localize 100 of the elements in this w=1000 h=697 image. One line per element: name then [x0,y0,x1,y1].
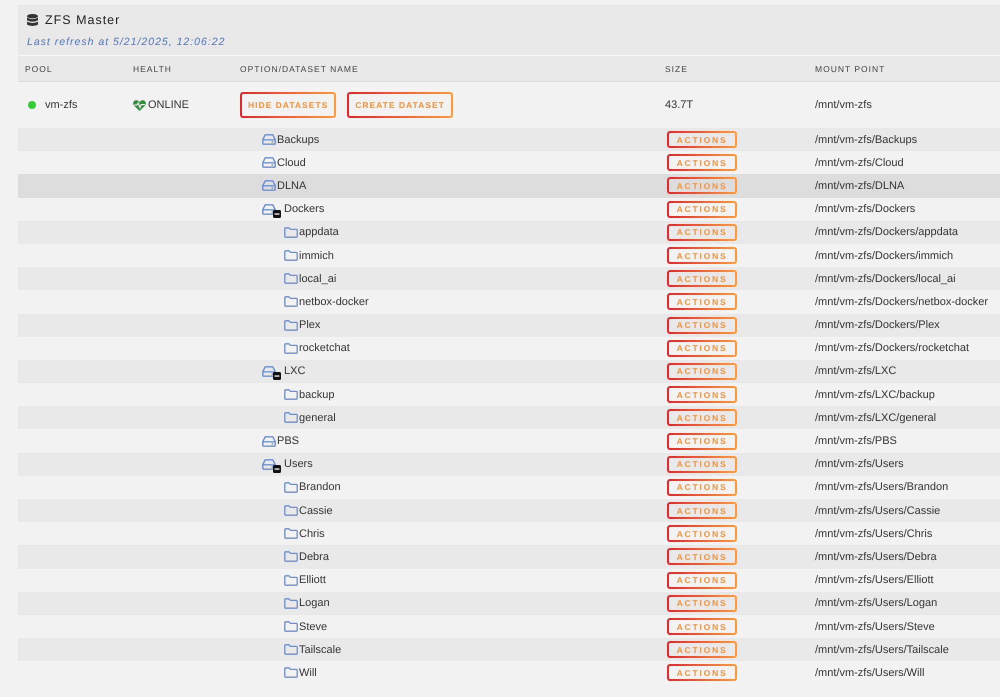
mount-point: /mnt/vm-zfs/Dockers/appdata [815,226,958,238]
mount-point: /mnt/vm-zfs/Backups [815,134,918,146]
dataset-row[interactable]: Plex ACTIONS /mnt/vm-zfs/Dockers/Plex [18,314,1000,337]
actions-button[interactable]: ACTIONS [667,618,737,636]
hard-drive-icon [262,180,276,192]
mount-point: /mnt/vm-zfs/Users/Will [815,666,924,679]
actions-button[interactable]: ACTIONS [667,131,737,148]
dataset-row[interactable]: local_ai ACTIONS /mnt/vm-zfs/Dockers/local_ai [18,267,1000,290]
actions-button[interactable]: ACTIONS [667,270,737,288]
panel-title: ZFS Master [45,13,120,27]
mount-point: /mnt/vm-zfs/Users/Steve [815,620,935,633]
pool-size: 43.7T [665,99,694,111]
actions-button[interactable]: ACTIONS [667,525,737,542]
folder-icon [284,528,298,540]
minus-icon[interactable] [273,464,281,473]
folder-icon [284,226,298,238]
actions-button[interactable]: ACTIONS [667,340,737,357]
dataset-row[interactable]: rocketchat ACTIONS /mnt/vm-zfs/Dockers/rocketchat [18,336,1000,360]
folder-icon [284,621,298,632]
dataset-name: local_ai [299,272,336,285]
mount-point: /mnt/vm-zfs/Users/Tailscale [815,644,949,656]
column-header: HEALTH [133,64,172,74]
folder-icon [284,342,298,354]
mount-point: /mnt/vm-zfs/Users [815,458,904,470]
mount-point: /mnt/vm-zfs/Dockers/rocketchat [815,342,970,354]
dataset-name: appdata [299,226,339,238]
dataset-name: netbox-docker [299,296,369,308]
dataset-name: general [299,412,336,424]
mount-point: /mnt/vm-zfs/Dockers/immich [815,250,954,262]
actions-button[interactable]: ACTIONS [667,478,737,496]
folder-icon [284,551,298,562]
dataset-row[interactable]: Debra ACTIONS /mnt/vm-zfs/Users/Debra [18,545,1000,569]
dataset-name: Backups [277,134,320,146]
actions-button[interactable]: ACTIONS [667,664,737,682]
dataset-name: Logan [299,597,330,610]
dataset-row[interactable]: backup ACTIONS /mnt/vm-zfs/LXC/backup [18,383,1000,406]
actions-button[interactable]: ACTIONS [667,293,737,310]
actions-button[interactable]: ACTIONS [667,409,737,426]
mount-point: /mnt/vm-zfs/Dockers/netbox-docker [815,296,988,308]
actions-button[interactable]: ACTIONS [667,200,737,218]
actions-button[interactable]: ACTIONS [667,177,737,194]
actions-button[interactable]: ACTIONS [667,594,737,612]
mount-point: /mnt/vm-zfs/Dockers [815,203,916,216]
actions-button[interactable]: ACTIONS [667,362,737,380]
mount-point: /mnt/vm-zfs/Users/Logan [815,597,938,610]
dataset-row[interactable]: Backups ACTIONS /mnt/vm-zfs/Backups [18,128,1000,152]
hard-drive-icon [262,458,276,470]
actions-button[interactable]: ACTIONS [667,641,737,658]
mount-point: /mnt/vm-zfs/Users/Cassie [815,504,940,517]
mount-point: /mnt/vm-zfs/LXC/general [815,412,936,424]
mount-point: /mnt/vm-zfs [815,99,872,111]
mount-point: /mnt/vm-zfs/Dockers/local_ai [815,272,956,285]
dataset-row[interactable]: Cloud ACTIONS /mnt/vm-zfs/Cloud [18,151,1000,174]
actions-button[interactable]: ACTIONS [667,386,737,404]
health-status: ONLINE [148,99,189,111]
minus-icon[interactable] [273,210,281,218]
dataset-row[interactable]: appdata ACTIONS /mnt/vm-zfs/Dockers/appdata [18,220,1000,244]
column-header: MOUNT POINT [815,64,886,74]
dataset-row[interactable]: DLNA ACTIONS /mnt/vm-zfs/DLNA [18,174,1000,198]
pool-option-button[interactable]: CREATE DATASET [347,92,453,118]
actions-button[interactable]: ACTIONS [667,572,737,589]
actions-button[interactable]: ACTIONS [667,456,737,473]
mount-point: /mnt/vm-zfs/DLNA [815,180,904,192]
folder-icon [284,574,298,586]
actions-button[interactable]: ACTIONS [667,502,737,520]
dataset-row[interactable]: Tailscale ACTIONS /mnt/vm-zfs/Users/Tailscale [18,638,1000,662]
dataset-name: Tailscale [299,644,342,656]
folder-icon [284,250,298,262]
dataset-row[interactable]: Users ACTIONS /mnt/vm-zfs/Users [18,452,1000,476]
dataset-row[interactable]: Chris ACTIONS /mnt/vm-zfs/Users/Chris [18,522,1000,546]
folder-icon [284,389,298,400]
pool-name: vm-zfs [45,99,78,111]
dataset-name: rocketchat [299,342,350,354]
mount-point: /mnt/vm-zfs/PBS [815,435,897,448]
hard-drive-icon [262,366,276,377]
pool-option-button[interactable]: HIDE DATASETS [240,92,336,118]
folder-icon [284,482,298,493]
actions-button[interactable]: ACTIONS [667,432,737,450]
column-header: SIZE [665,64,688,74]
dataset-row[interactable]: general ACTIONS /mnt/vm-zfs/LXC/general [18,406,1000,430]
actions-button[interactable]: ACTIONS [667,224,737,241]
dataset-name: Users [284,458,313,470]
minus-icon[interactable] [273,372,281,380]
hard-drive-icon [262,134,276,146]
dataset-row[interactable]: Dockers ACTIONS /mnt/vm-zfs/Dockers [18,198,1000,221]
dataset-name: Plex [299,319,320,332]
dataset-row[interactable]: Logan ACTIONS /mnt/vm-zfs/Users/Logan [18,592,1000,615]
mount-point: /mnt/vm-zfs/Users/Chris [815,528,932,540]
folder-icon [284,598,298,609]
mount-point: /mnt/vm-zfs/Users/Elliott [815,574,934,586]
dataset-row[interactable]: Cassie ACTIONS /mnt/vm-zfs/Users/Cassie [18,499,1000,522]
mount-point: /mnt/vm-zfs/LXC/backup [815,388,935,401]
actions-button[interactable]: ACTIONS [667,316,737,334]
actions-button[interactable]: ACTIONS [667,548,737,566]
actions-button[interactable]: ACTIONS [667,247,737,264]
actions-button[interactable]: ACTIONS [667,154,737,172]
mount-point: /mnt/vm-zfs/LXC [815,365,896,378]
folder-icon [284,644,298,656]
dataset-row[interactable]: LXC ACTIONS /mnt/vm-zfs/LXC [18,360,1000,384]
dataset-row[interactable]: Elliott ACTIONS /mnt/vm-zfs/Users/Elliott [18,568,1000,592]
